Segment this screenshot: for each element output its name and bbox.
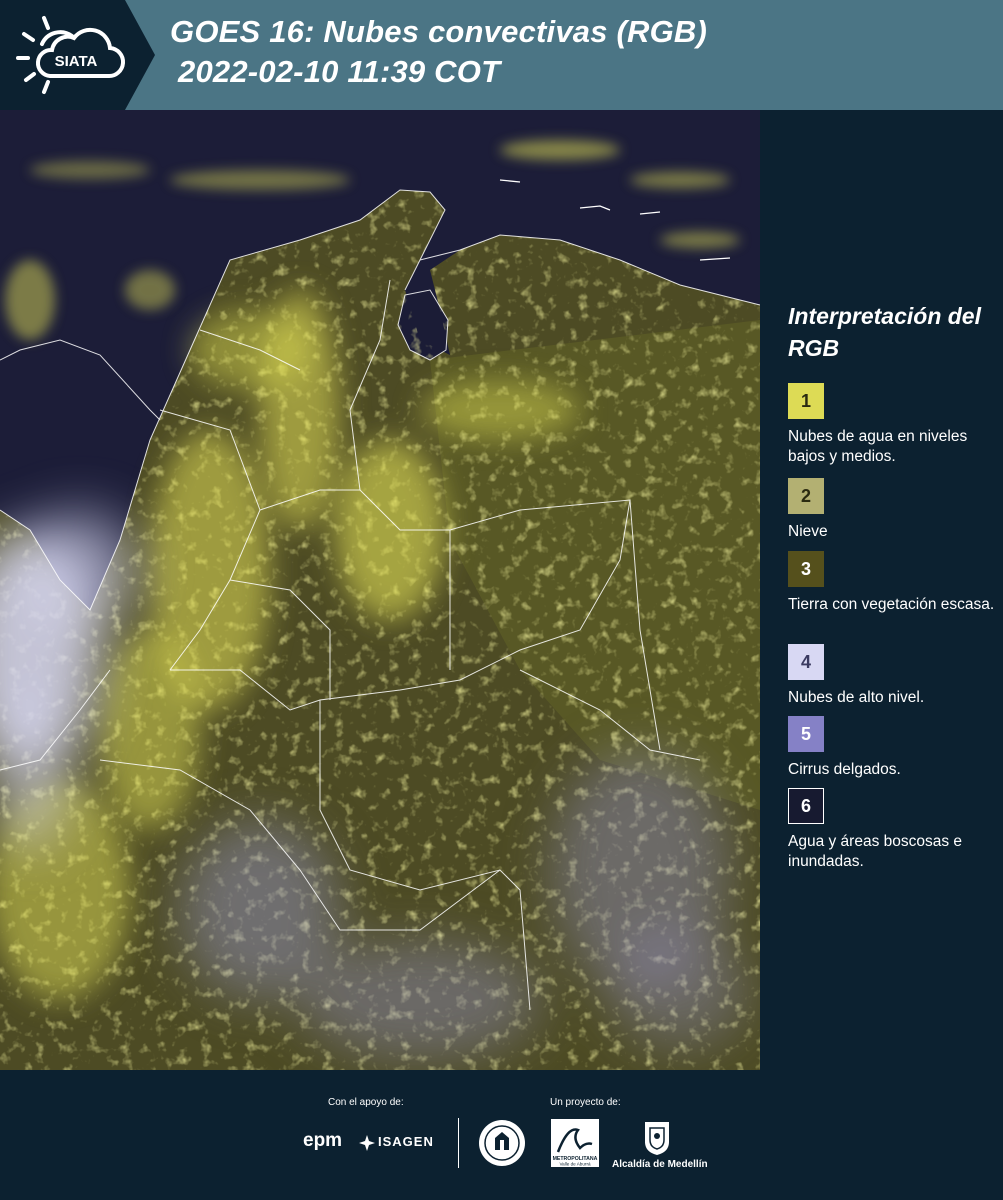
legend-swatch: 4	[788, 644, 824, 680]
legend-number: 4	[800, 651, 811, 672]
logo-text: SIATA	[55, 53, 98, 70]
page-timestamp: 2022-02-10 11:39 COT	[178, 54, 501, 89]
legend-number: 3	[800, 558, 811, 579]
legend-label: Nubes de agua en niveles bajos y medios.	[788, 428, 968, 465]
legend-item-4: 4 Nubes de alto nivel.	[788, 644, 998, 708]
isagen-star-icon	[359, 1135, 375, 1151]
legend-label: Nubes de alto nivel.	[788, 689, 925, 706]
project-caption: Un proyecto de:	[550, 1097, 621, 1108]
legend-number: 6	[800, 795, 811, 816]
legend-item-6: 6 Agua y áreas boscosas e inundadas.	[788, 788, 998, 872]
siata-logo: SIATA	[16, 16, 126, 94]
legend-label: Cirrus delgados.	[788, 761, 901, 778]
satellite-imagery	[0, 110, 760, 1070]
legend-item-1: 1 Nubes de agua en niveles bajos y medio…	[788, 383, 998, 467]
legend-swatch: 3	[788, 551, 824, 587]
legend-swatch: 6	[788, 788, 824, 824]
legend-number: 1	[800, 390, 811, 411]
support-caption: Con el apoyo de:	[328, 1097, 404, 1108]
area-metropolitana-logo: METROPOLITANA Valle de Aburrá	[551, 1119, 599, 1167]
epm-logo: epm	[303, 1130, 343, 1151]
legend-title: Interpretación del RGB	[788, 303, 981, 361]
legend-swatch: 1	[788, 383, 824, 419]
isagen-logo: ISAGEN	[378, 1134, 434, 1149]
alcaldia-shield-icon	[645, 1122, 669, 1155]
legend-label: Tierra con vegetación escasa.	[788, 596, 995, 613]
logo-tab: SIATA	[0, 0, 155, 110]
legend-number: 2	[800, 485, 811, 506]
legend-number: 5	[800, 723, 811, 744]
legend-item-2: 2 Nieve	[788, 478, 998, 542]
medellin-seal-icon	[479, 1120, 525, 1166]
footer-divider	[458, 1118, 459, 1168]
satellite-map	[0, 110, 760, 1070]
page-title: GOES 16: Nubes convectivas (RGB)	[170, 14, 708, 49]
legend-item-3: 3 Tierra con vegetación escasa.	[788, 551, 998, 615]
legend-label: Agua y áreas boscosas e inundadas.	[788, 833, 963, 870]
header-bar: SIATA GOES 16: Nubes convectivas (RGB) 2…	[0, 0, 1003, 110]
legend-swatch: 2	[788, 478, 824, 514]
valle-text: Valle de Aburrá	[559, 1162, 591, 1167]
legend-swatch: 5	[788, 716, 824, 752]
legend-label: Nieve	[788, 523, 828, 540]
legend-item-5: 5 Cirrus delgados.	[788, 716, 998, 780]
alcaldia-logo-text: Alcaldía de Medellín	[612, 1159, 708, 1170]
